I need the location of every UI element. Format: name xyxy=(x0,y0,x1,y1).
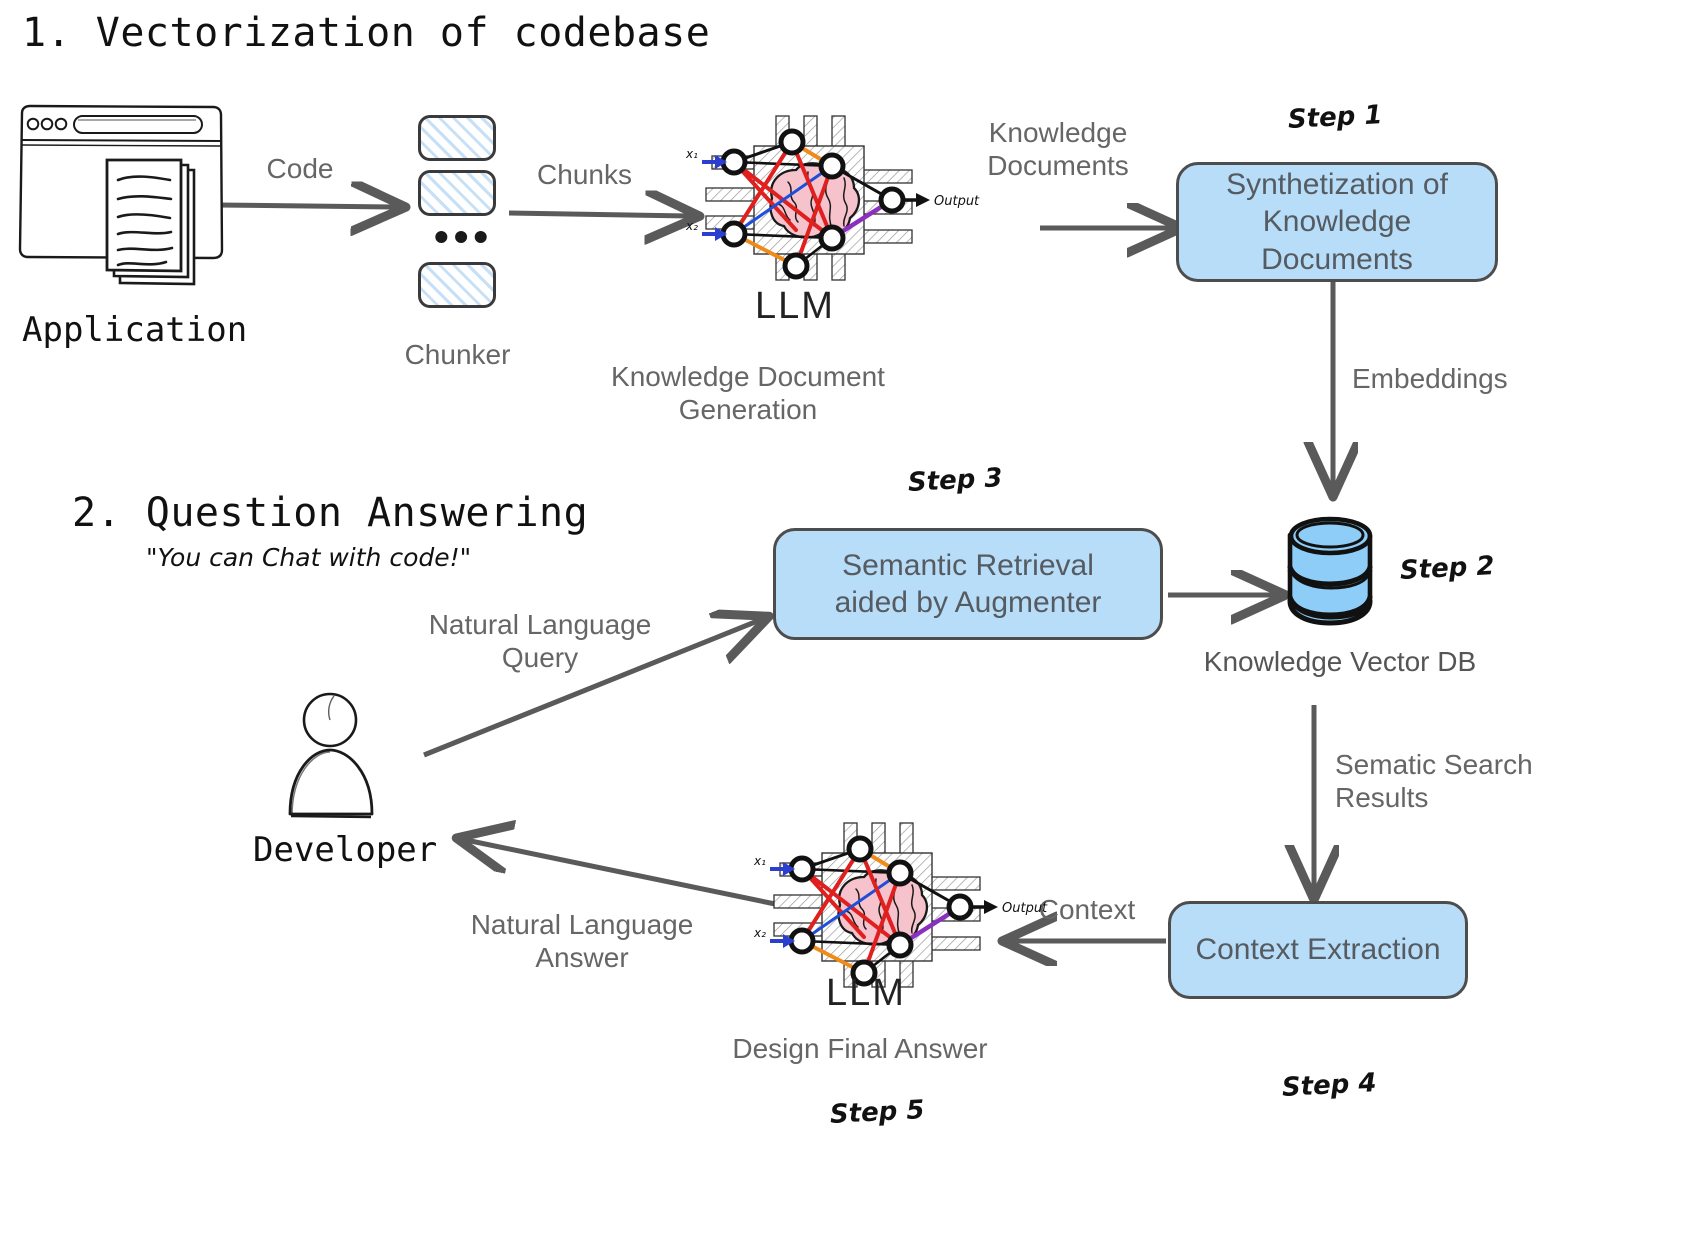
step-3-box-semantic-retrieval[interactable]: Semantic Retrieval aided by Augmenter xyxy=(773,528,1163,640)
chunk-ellipsis: ••• xyxy=(434,213,494,260)
developer-caption: Developer xyxy=(253,830,438,870)
chunk-tile-3 xyxy=(418,262,496,308)
knowledge-vector-db-icon xyxy=(1278,505,1398,630)
arrow-chunks xyxy=(508,213,690,216)
llm-caption-2: LLM xyxy=(826,972,906,1014)
step-1-box-synthetization[interactable]: Synthetization of Knowledge Documents xyxy=(1176,162,1498,282)
section-2-subtitle: "You can Chat with code!" xyxy=(146,543,472,572)
svg-text:x₁: x₁ xyxy=(753,854,766,868)
diagram-canvas: 1. Vectorization of codebase Application… xyxy=(0,0,1700,1246)
svg-text:Output: Output xyxy=(1002,901,1048,916)
arrow-code xyxy=(217,205,396,207)
llm-caption-1: LLM xyxy=(755,285,835,327)
arrow-label-chunks: Chunks xyxy=(537,159,632,190)
step-4-badge: Step 4 xyxy=(1281,1068,1378,1103)
llm-subcaption-1: Knowledge Document Generation xyxy=(611,361,885,426)
arrow-label-natural-language-query: Natural Language Query xyxy=(428,609,652,674)
arrow-label-code: Code xyxy=(266,153,334,184)
chunk-tile-2 xyxy=(418,170,496,216)
developer-person-icon xyxy=(282,690,422,830)
llm-subcaption-2: Design Final Answer xyxy=(732,1033,988,1064)
step-3-badge: Step 3 xyxy=(907,463,1004,498)
arrow-label-knowledge-documents: Knowledge Documents xyxy=(987,117,1129,182)
svg-text:Output: Output xyxy=(934,194,980,209)
step-5-badge: Step 5 xyxy=(829,1095,926,1130)
svg-text:x₁: x₁ xyxy=(685,147,698,161)
knowledge-vector-db-caption: Knowledge Vector DB xyxy=(1203,646,1477,677)
arrow-label-embeddings: Embeddings xyxy=(1352,363,1508,394)
arrow-natural-language-answer xyxy=(466,840,781,908)
section-1-heading: 1. Vectorization of codebase xyxy=(22,10,711,56)
svg-text:x₂: x₂ xyxy=(753,926,766,940)
step-1-badge: Step 1 xyxy=(1287,100,1384,135)
section-2-heading: 2. Question Answering xyxy=(72,490,589,536)
svg-text:x₂: x₂ xyxy=(685,219,698,233)
application-window-icon xyxy=(8,100,233,290)
step-2-badge: Step 2 xyxy=(1399,551,1496,586)
llm-neural-network-icon-1: x₁ x₂ Output xyxy=(684,108,984,298)
application-caption: Application xyxy=(22,310,248,350)
chunker-caption: Chunker xyxy=(404,339,511,370)
arrow-label-natural-language-answer: Natural Language Answer xyxy=(470,909,694,974)
arrow-label-sematic-search-results: Sematic Search Results xyxy=(1335,749,1533,814)
chunk-tile-1 xyxy=(418,115,496,161)
step-4-box-context-extraction[interactable]: Context Extraction xyxy=(1168,901,1468,999)
